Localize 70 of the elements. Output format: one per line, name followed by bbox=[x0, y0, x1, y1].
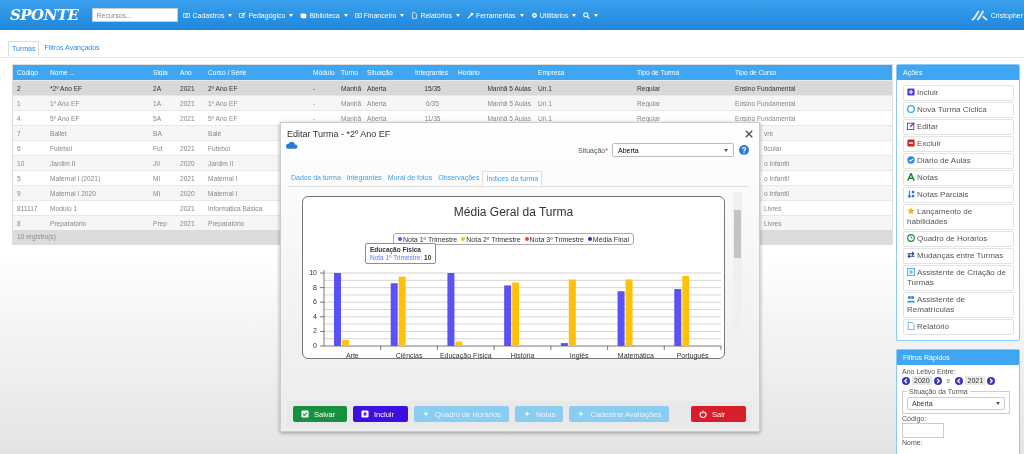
action-button[interactable]: Relatório bbox=[903, 319, 1014, 335]
action-button[interactable]: Assistente de Criação de Turmas bbox=[903, 265, 1014, 291]
chart-title: Média Geral da Turma bbox=[452, 204, 575, 221]
action-button[interactable]: Quadro de Horários bbox=[903, 231, 1014, 247]
file-icon bbox=[411, 11, 419, 19]
minus-icon bbox=[907, 139, 915, 147]
bolt-icon bbox=[577, 410, 586, 418]
help-icon[interactable] bbox=[739, 145, 749, 155]
plus-icon bbox=[907, 88, 915, 96]
action-button[interactable]: Lançamento de habilidades bbox=[903, 204, 1014, 230]
decrement-icon[interactable] bbox=[902, 376, 910, 385]
font-icon bbox=[907, 173, 915, 181]
action-button[interactable]: Mudanças entre Turmas bbox=[903, 248, 1014, 264]
action-button[interactable]: Nova Turma Cíclica bbox=[903, 102, 1014, 118]
plus-icon bbox=[907, 268, 915, 276]
bar[interactable] bbox=[504, 285, 512, 346]
caret-icon bbox=[572, 13, 577, 17]
edit-icon bbox=[907, 122, 915, 130]
action-button[interactable]: Diário de Aulas bbox=[903, 153, 1014, 169]
caret-icon bbox=[455, 13, 460, 17]
increment-icon[interactable] bbox=[933, 376, 942, 385]
caret-icon bbox=[996, 402, 1000, 405]
edit-icon bbox=[239, 11, 247, 19]
bar[interactable] bbox=[674, 289, 682, 346]
cloud-icon bbox=[286, 141, 298, 149]
decrement-icon[interactable] bbox=[955, 376, 964, 385]
action-button[interactable]: Notas bbox=[903, 170, 1014, 186]
caret-icon bbox=[400, 13, 405, 17]
bolt-icon bbox=[522, 410, 531, 418]
wrench-icon bbox=[466, 11, 474, 19]
clock-icon bbox=[907, 234, 915, 242]
users-icon bbox=[907, 295, 915, 303]
action-button[interactable]: Notas Parciais bbox=[903, 187, 1014, 203]
document-icon bbox=[907, 322, 915, 330]
action-button[interactable]: Incluir bbox=[903, 85, 1014, 101]
action-button[interactable]: Excluir bbox=[903, 136, 1014, 152]
search-icon bbox=[583, 11, 591, 19]
caret-icon bbox=[228, 13, 233, 17]
plus-icon bbox=[361, 410, 369, 418]
check-icon bbox=[907, 156, 915, 164]
sort-icon bbox=[907, 190, 915, 198]
gear-icon bbox=[530, 11, 538, 19]
user-logo-icon bbox=[969, 8, 988, 22]
caret-icon bbox=[724, 148, 728, 152]
cycle-icon bbox=[907, 105, 915, 113]
scrollbar-thumb[interactable] bbox=[734, 210, 741, 258]
power-icon bbox=[699, 410, 707, 418]
swap-icon bbox=[907, 251, 915, 259]
bar[interactable] bbox=[390, 283, 398, 346]
dialog-title: Editar Turma - *2º Ano EF bbox=[287, 129, 391, 139]
bolt-icon bbox=[422, 410, 430, 418]
book-icon bbox=[300, 11, 308, 19]
caret-icon bbox=[594, 13, 599, 17]
caret-icon bbox=[289, 13, 294, 17]
action-button[interactable]: Assistente de Rematrículas bbox=[903, 292, 1014, 318]
search-menu[interactable] bbox=[583, 11, 599, 19]
logo[interactable]: SPONTE bbox=[10, 6, 79, 24]
money-icon bbox=[354, 11, 362, 19]
code-field[interactable] bbox=[902, 423, 944, 438]
bar[interactable] bbox=[617, 291, 625, 346]
caret-icon bbox=[343, 13, 348, 17]
bar[interactable] bbox=[447, 273, 455, 346]
bar[interactable] bbox=[560, 343, 568, 346]
caret-icon bbox=[519, 13, 524, 17]
close-icon[interactable] bbox=[745, 130, 753, 138]
action-button[interactable]: Editar bbox=[903, 119, 1014, 135]
star-icon bbox=[907, 207, 915, 215]
check-icon bbox=[301, 410, 309, 418]
increment-icon[interactable] bbox=[987, 376, 996, 385]
card-icon bbox=[183, 11, 191, 19]
